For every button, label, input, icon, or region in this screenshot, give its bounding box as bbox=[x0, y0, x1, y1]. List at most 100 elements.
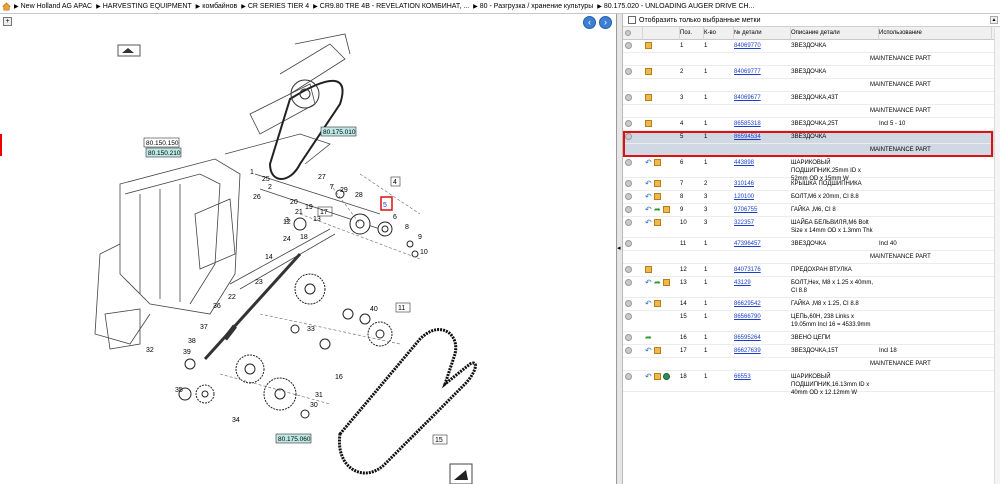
row-select-cell[interactable] bbox=[623, 238, 643, 250]
table-row[interactable]: ↶ 18 1 66553 ШАРИКОВЫЙ ПОДШИПНИК,16.13mm ID … bbox=[623, 371, 1000, 396]
row-part-number[interactable]: 84069770 bbox=[734, 40, 791, 52]
row-part-number[interactable]: 86594534 bbox=[734, 131, 791, 143]
row-select-cell[interactable] bbox=[623, 118, 643, 130]
exploded-parts-diagram[interactable]: 80.150.150 80.150.210 80.175.010 80.175.060… bbox=[0, 14, 616, 484]
green-arrow-icon[interactable]: ➦ bbox=[654, 206, 662, 214]
part-label-10[interactable]: 10 bbox=[420, 249, 428, 256]
row-part-number[interactable]: 322357 bbox=[734, 217, 791, 237]
row-select-icon[interactable] bbox=[625, 42, 632, 49]
part-label-39[interactable]: 39 bbox=[183, 349, 191, 356]
table-row[interactable]: ↶ 7 2 310146 КРЫШКА ПОДШИПНИКА bbox=[623, 178, 1000, 191]
part-label-4[interactable]: 4 bbox=[393, 179, 397, 186]
row-select-icon[interactable] bbox=[625, 373, 632, 380]
cart-box-icon[interactable] bbox=[654, 180, 661, 187]
row-select-icon[interactable] bbox=[625, 120, 632, 127]
cart-box-icon[interactable] bbox=[654, 159, 661, 166]
part-label-2[interactable]: 2 bbox=[268, 184, 272, 191]
row-select-cell[interactable] bbox=[623, 157, 643, 177]
cart-box-icon[interactable] bbox=[645, 94, 652, 101]
cart-box-icon[interactable] bbox=[645, 42, 652, 49]
zoom-corner-icon[interactable] bbox=[449, 463, 473, 484]
row-part-number[interactable]: 86566790 bbox=[734, 311, 791, 331]
home-icon[interactable] bbox=[2, 2, 11, 11]
col-settings[interactable] bbox=[623, 26, 643, 40]
part-label-17[interactable]: 17 bbox=[320, 209, 328, 216]
settings-icon[interactable] bbox=[625, 29, 631, 36]
part-label-35[interactable]: 35 bbox=[175, 387, 183, 394]
row-part-number[interactable]: 86627639 bbox=[734, 345, 791, 357]
table-row[interactable]: ➦ 16 1 86595264 ЗВЕНО ЦЕПИ bbox=[623, 332, 1000, 345]
row-select-cell[interactable] bbox=[623, 66, 643, 78]
row-select-icon[interactable] bbox=[625, 94, 632, 101]
row-select-icon[interactable] bbox=[625, 159, 632, 166]
breadcrumb-item[interactable]: ▶ HARVESTING EQUIPMENT bbox=[96, 3, 192, 10]
return-arrow-icon[interactable]: ↶ bbox=[645, 159, 653, 167]
view-mode-icon[interactable] bbox=[117, 44, 141, 57]
cart-box-icon[interactable] bbox=[654, 300, 661, 307]
cart-box-icon[interactable] bbox=[654, 219, 661, 226]
part-label-26[interactable]: 26 bbox=[253, 194, 261, 201]
row-part-number[interactable]: 86585318 bbox=[734, 118, 791, 130]
gear-icon[interactable] bbox=[663, 373, 670, 380]
table-row[interactable]: ↶ 14 1 86629542 ГАЙКА ,М8 x 1.25, CI 8.8 bbox=[623, 298, 1000, 311]
return-arrow-icon[interactable]: ↶ bbox=[645, 347, 653, 355]
cart-box-icon[interactable] bbox=[654, 347, 661, 354]
row-select-cell[interactable] bbox=[623, 204, 643, 216]
table-row[interactable]: 11 1 47396457 ЗВЕЗДОЧКА Incl 40 bbox=[623, 238, 1000, 251]
part-label-40[interactable]: 40 bbox=[370, 306, 378, 313]
row-select-cell[interactable] bbox=[623, 131, 643, 143]
row-select-icon[interactable] bbox=[625, 300, 632, 307]
part-label-12[interactable]: 12 bbox=[283, 219, 291, 226]
callout-80-150-210[interactable]: 80.150.210 bbox=[145, 147, 182, 158]
return-arrow-icon[interactable]: ↶ bbox=[645, 300, 653, 308]
row-part-number[interactable]: 84073176 bbox=[734, 264, 791, 276]
row-select-icon[interactable] bbox=[625, 313, 632, 320]
row-select-cell[interactable] bbox=[623, 217, 643, 237]
cart-box-icon[interactable] bbox=[654, 193, 661, 200]
part-label-1[interactable]: 1 bbox=[250, 169, 254, 176]
row-select-cell[interactable] bbox=[623, 345, 643, 357]
row-select-cell[interactable] bbox=[623, 332, 643, 344]
return-arrow-icon[interactable]: ↶ bbox=[645, 219, 653, 227]
return-arrow-icon[interactable]: ↶ bbox=[645, 373, 653, 381]
part-label-34[interactable]: 34 bbox=[232, 417, 240, 424]
callout-80-175-010[interactable]: 80.175.010 bbox=[320, 126, 357, 137]
part-label-30[interactable]: 30 bbox=[310, 402, 318, 409]
row-select-icon[interactable] bbox=[625, 219, 632, 226]
row-part-number[interactable]: 443898 bbox=[734, 157, 791, 177]
part-label-33[interactable]: 33 bbox=[307, 326, 315, 333]
row-select-icon[interactable] bbox=[625, 266, 632, 273]
part-label-11[interactable]: 11 bbox=[398, 305, 405, 312]
part-label-23[interactable]: 23 bbox=[255, 279, 263, 286]
return-arrow-icon[interactable]: ↶ bbox=[645, 206, 653, 214]
col-usage[interactable]: Использование bbox=[879, 26, 992, 40]
breadcrumb-item[interactable]: ▶ CR9.80 TRE 4B - REVELATION КОМБИНАТ, ..… bbox=[313, 3, 469, 10]
cart-box-icon[interactable] bbox=[663, 279, 670, 286]
table-row[interactable]: 12 1 84073176 ПРЕДОХРАН ВТУЛКА bbox=[623, 264, 1000, 277]
part-label-24[interactable]: 24 bbox=[283, 236, 291, 243]
col-qty[interactable]: К-во bbox=[704, 26, 734, 40]
row-select-icon[interactable] bbox=[625, 133, 632, 140]
row-select-cell[interactable] bbox=[623, 298, 643, 310]
collapse-arrow-icon[interactable]: ◂ bbox=[617, 244, 621, 252]
row-part-number[interactable]: 86595264 bbox=[734, 332, 791, 344]
row-part-number[interactable]: 310146 bbox=[734, 178, 791, 190]
row-select-icon[interactable] bbox=[625, 334, 632, 341]
row-part-number[interactable]: 9706755 bbox=[734, 204, 791, 216]
row-select-cell[interactable] bbox=[623, 191, 643, 203]
cart-box-icon[interactable] bbox=[663, 206, 670, 213]
part-label-5[interactable]: 5 bbox=[383, 202, 387, 209]
col-pos[interactable]: Поз. bbox=[680, 26, 704, 40]
part-label-32[interactable]: 32 bbox=[146, 347, 154, 354]
row-select-cell[interactable] bbox=[623, 277, 643, 297]
part-label-20[interactable]: 20 bbox=[290, 199, 298, 206]
row-select-cell[interactable] bbox=[623, 371, 643, 391]
cart-box-icon[interactable] bbox=[654, 373, 661, 380]
part-label-37[interactable]: 37 bbox=[200, 324, 208, 331]
part-label-28[interactable]: 28 bbox=[355, 192, 363, 199]
table-row[interactable]: ↶ 10 3 322357 ШАЙБА БЕЛЬВИЛЯ,М6 Bolt Size x … bbox=[623, 217, 1000, 238]
row-part-number[interactable]: 66553 bbox=[734, 371, 791, 391]
return-arrow-icon[interactable]: ↶ bbox=[645, 180, 653, 188]
part-label-21[interactable]: 21 bbox=[295, 209, 303, 216]
table-row[interactable]: ↶ ➦ 13 1 43129 БОЛТ,Hex, М8 x 1.25 x 40mm, CI… bbox=[623, 277, 1000, 298]
